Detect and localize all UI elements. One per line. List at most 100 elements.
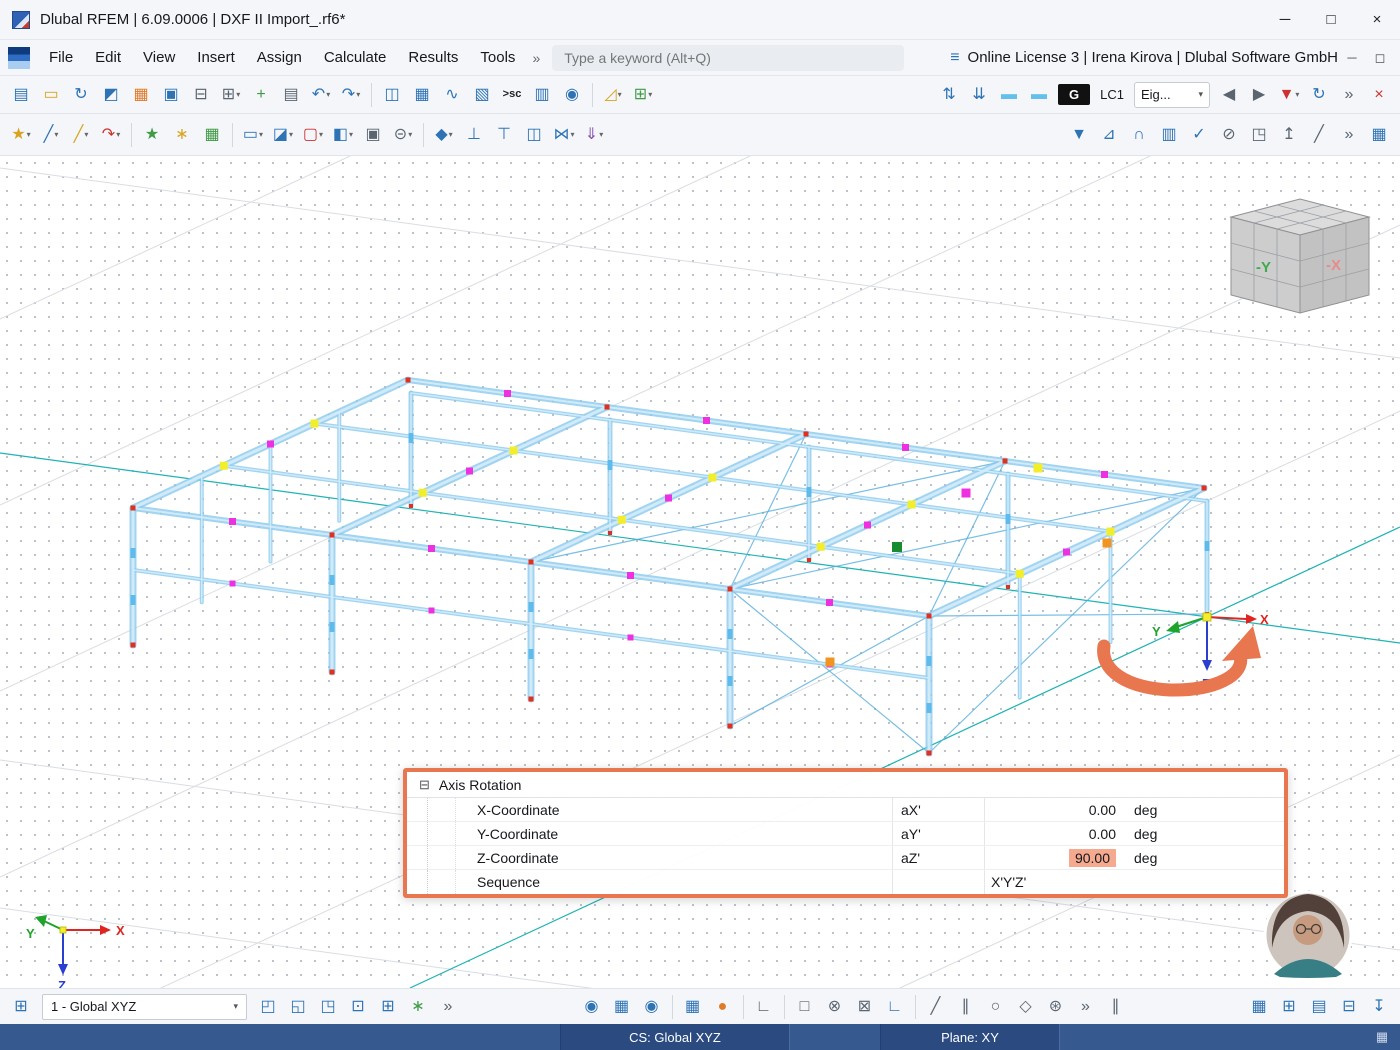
dropdown-caret-icon[interactable]: ▾: [408, 130, 412, 139]
close-button[interactable]: ×: [1354, 0, 1400, 39]
chevron-down-icon[interactable]: ▾: [1198, 89, 1203, 100]
g-chip-button[interactable]: G: [1058, 84, 1091, 105]
dropdown-caret-icon[interactable]: ▾: [236, 90, 240, 99]
status-coordinate-system[interactable]: CS: Global XYZ: [560, 1024, 790, 1050]
node-on-line-button[interactable]: ★: [139, 121, 165, 149]
new-model-button[interactable]: ▤: [8, 81, 34, 109]
more-tools-button[interactable]: »: [1336, 121, 1362, 149]
row-value[interactable]: 0.00: [984, 798, 1124, 821]
dropdown-caret-icon[interactable]: ▾: [599, 130, 603, 139]
sc-tool-button[interactable]: >sc: [499, 81, 525, 109]
search-input[interactable]: [562, 48, 895, 67]
redo-button[interactable]: ↷ ▾: [338, 81, 364, 109]
results-table-button[interactable]: ▥: [1156, 121, 1182, 149]
delete-results-button[interactable]: ×: [1366, 81, 1392, 109]
filter-button[interactable]: ▼ ▾: [1276, 81, 1302, 109]
stiffener-button[interactable]: ◫: [521, 121, 547, 149]
model-viewport[interactable]: X Y Z -Y -X X Y Z ⊟ Axis Rotation X-Coor…: [0, 156, 1400, 988]
guide-line-button[interactable]: ╱: [923, 993, 949, 1021]
dropdown-caret-icon[interactable]: ▾: [54, 130, 58, 139]
guide-polygon-button[interactable]: ◇: [1013, 993, 1039, 1021]
menu-results[interactable]: Results: [397, 40, 469, 75]
menu-file[interactable]: File: [38, 40, 84, 75]
member-hinge-button[interactable]: ⊥: [461, 121, 487, 149]
lift-up-button[interactable]: ↥: [1276, 121, 1302, 149]
printout-report-button[interactable]: ▥: [529, 81, 555, 109]
table-new-button[interactable]: ⊞: [1276, 993, 1302, 1021]
dropdown-caret-icon[interactable]: ▾: [618, 90, 622, 99]
node-grid-button[interactable]: ▦: [199, 121, 225, 149]
insert-block-button[interactable]: ▣: [360, 121, 386, 149]
workspace-restore-icon[interactable]: ◻: [1366, 50, 1394, 66]
sort-down-button[interactable]: ⇊: [966, 81, 992, 109]
table-rows-button[interactable]: ▤: [1306, 993, 1332, 1021]
menu-overflow-icon[interactable]: »: [526, 50, 546, 66]
grid-settings-button[interactable]: ⊞: [375, 993, 401, 1021]
collapse-icon[interactable]: ⊟: [419, 778, 430, 791]
plane-offset-button[interactable]: ⊡: [345, 993, 371, 1021]
cube-face-label-y[interactable]: -Y: [1256, 259, 1271, 276]
maximize-button[interactable]: □: [1308, 0, 1354, 39]
structure-members[interactable]: [129, 376, 1210, 757]
snap-1-button[interactable]: ◉: [579, 993, 605, 1021]
nodal-support-button[interactable]: ◆ ▾: [431, 121, 457, 149]
menu-edit[interactable]: Edit: [84, 40, 132, 75]
notes-button[interactable]: ▤: [278, 81, 304, 109]
guide-parallel-button[interactable]: ∥: [953, 993, 979, 1021]
row-value[interactable]: 90.00: [984, 846, 1124, 869]
dropdown-caret-icon[interactable]: ▾: [319, 130, 323, 139]
section-cut-button[interactable]: ⊝ ▾: [390, 121, 416, 149]
chevron-down-icon[interactable]: ▾: [233, 1001, 238, 1012]
coordinate-system-select[interactable]: 1 - Global XYZ ▾: [42, 993, 247, 1020]
grid-table-button[interactable]: ▦: [1366, 121, 1392, 149]
multi-nodes-button[interactable]: ∗: [169, 121, 195, 149]
member-eccentricity-button[interactable]: ⊤: [491, 121, 517, 149]
minimize-button[interactable]: ─: [1262, 0, 1308, 39]
insert-solid-button[interactable]: ◧ ▾: [330, 121, 356, 149]
results-diagram-button[interactable]: ⊿: [1096, 121, 1122, 149]
dropdown-caret-icon[interactable]: ▾: [570, 130, 574, 139]
add-note-button[interactable]: +: [248, 81, 274, 109]
menu-tools[interactable]: Tools: [469, 40, 526, 75]
select-rect-button[interactable]: □: [792, 993, 818, 1021]
clipping-plane-button[interactable]: ⊘: [1216, 121, 1242, 149]
guide-circle-button[interactable]: ○: [983, 993, 1009, 1021]
dropdown-caret-icon[interactable]: ▾: [289, 130, 293, 139]
row-value[interactable]: X'Y'Z': [984, 870, 1124, 894]
table-show-button[interactable]: ▦: [1246, 993, 1272, 1021]
more-left-button[interactable]: »: [435, 993, 461, 1021]
workspace-minimize-icon[interactable]: ─: [1338, 50, 1366, 65]
spheres-button[interactable]: ◉: [559, 81, 585, 109]
report-button[interactable]: ▧: [469, 81, 495, 109]
select-circle-button[interactable]: ⊗: [822, 993, 848, 1021]
status-work-plane[interactable]: Plane: XY: [880, 1024, 1060, 1050]
status-grip-icon[interactable]: ▦: [1364, 1024, 1400, 1050]
snap-points-button[interactable]: ∗: [405, 993, 431, 1021]
undo-button[interactable]: ↶ ▾: [308, 81, 334, 109]
row-value[interactable]: 0.00: [984, 822, 1124, 845]
slope-button[interactable]: ◿ ▾: [600, 81, 626, 109]
diagram-button[interactable]: ∿: [439, 81, 465, 109]
select-angle-button[interactable]: ∟: [882, 993, 908, 1021]
guide-hatch-button[interactable]: ∥: [1103, 993, 1129, 1021]
check-button[interactable]: ✓: [1186, 121, 1212, 149]
connection-button[interactable]: ⋈ ▾: [551, 121, 577, 149]
snap-2-button[interactable]: ▦: [609, 993, 635, 1021]
axis-rotation-header[interactable]: ⊟ Axis Rotation: [407, 772, 1284, 798]
snap-4-button[interactable]: ▦: [680, 993, 706, 1021]
dropdown-caret-icon[interactable]: ▾: [27, 130, 31, 139]
workplane-xz-button[interactable]: ◳: [315, 993, 341, 1021]
origin-node[interactable]: [1202, 612, 1212, 622]
surface-type-button[interactable]: ◪ ▾: [270, 121, 296, 149]
dimensions-button[interactable]: ⊞ ▾: [630, 81, 656, 109]
dropdown-caret-icon[interactable]: ▾: [356, 90, 360, 99]
menu-insert[interactable]: Insert: [186, 40, 246, 75]
insert-node-button[interactable]: ★ ▾: [8, 121, 34, 149]
insert-arc-button[interactable]: ↷ ▾: [98, 121, 124, 149]
cube-face-label-x[interactable]: -X: [1326, 257, 1341, 274]
swatch-a-button[interactable]: ▬: [996, 81, 1022, 109]
previous-loadcase-button[interactable]: ◀: [1216, 81, 1242, 109]
dropdown-caret-icon[interactable]: ▾: [326, 90, 330, 99]
open-model-button[interactable]: ▭: [38, 81, 64, 109]
cs-manager-button[interactable]: ⊞: [8, 993, 34, 1021]
